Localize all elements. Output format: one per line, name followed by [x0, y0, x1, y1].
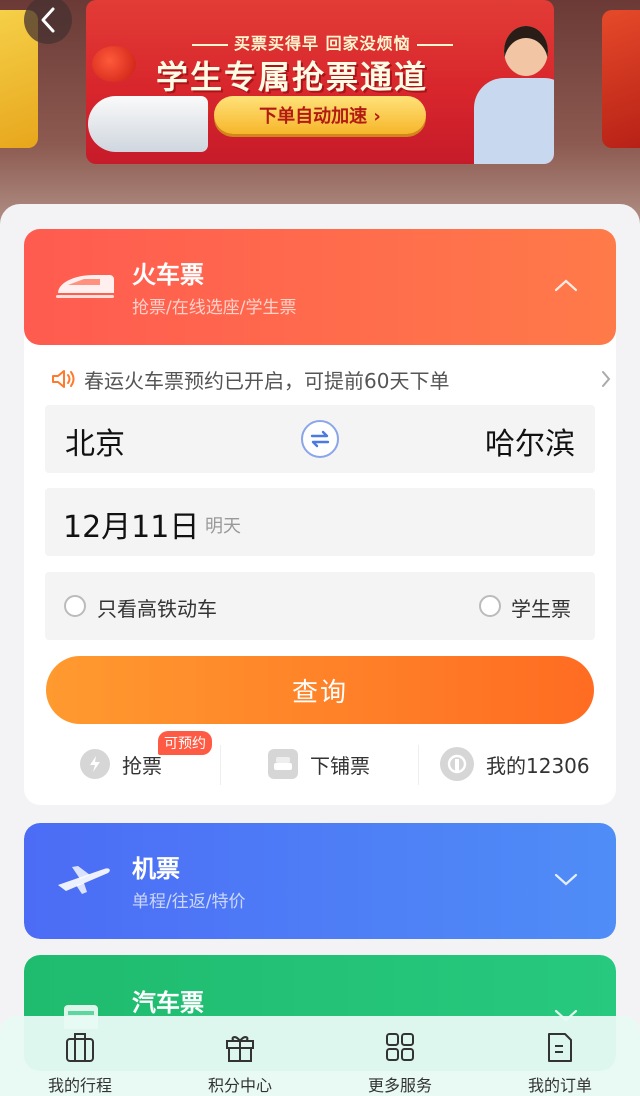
tab-label: 积分中心	[207, 1076, 272, 1095]
date-selector[interactable]: 12月11日 明天	[45, 488, 595, 556]
airplane-icon	[58, 866, 110, 894]
flight-card-subtitle: 单程/往返/特价	[132, 892, 246, 912]
quick-grab-label: 抢票	[122, 753, 162, 778]
banner-subtitle: 买票买得早 回家没烦恼	[186, 30, 459, 54]
bus-card-title: 汽车票	[132, 989, 204, 1017]
to-city[interactable]: 哈尔滨	[485, 419, 575, 463]
promo-banner[interactable]: 买票买得早 回家没烦恼 学生专属抢票通道 下单自动加速 ›	[86, 0, 554, 164]
highspeed-only-radio[interactable]	[64, 595, 86, 617]
train-card-subtitle: 抢票/在线选座/学生票	[132, 298, 297, 318]
grid-icon	[386, 1033, 414, 1061]
railway-logo-icon	[440, 747, 474, 781]
student-ticket-label[interactable]: 学生票	[511, 593, 571, 622]
chevron-up-icon[interactable]	[554, 277, 578, 293]
tab-more-services[interactable]: 更多服务	[320, 1016, 480, 1096]
tab-my-trips[interactable]: 我的行程	[0, 1016, 160, 1096]
berth-icon	[268, 749, 298, 779]
swap-cities-button[interactable]	[301, 420, 339, 458]
tab-label: 我的订单	[527, 1076, 592, 1095]
notice-text: 春运火车票预约已开启，可提前60天下单	[84, 368, 450, 393]
flight-ticket-card[interactable]: 机票 单程/往返/特价	[24, 823, 616, 939]
divider	[418, 745, 419, 785]
train-ticket-card: 火车票 抢票/在线选座/学生票 春运火车票预约已开启，可提前60天下单 北京 哈…	[24, 229, 616, 805]
chevron-right-icon	[602, 371, 611, 387]
train-card-title: 火车票	[132, 261, 204, 289]
tab-label: 我的行程	[47, 1076, 112, 1095]
tab-my-orders[interactable]: 我的订单	[480, 1016, 640, 1096]
person-illustration	[446, 16, 554, 164]
quick-my12306-label: 我的12306	[486, 753, 590, 778]
lightning-icon	[80, 749, 110, 779]
search-button[interactable]: 查询	[46, 656, 594, 724]
notice-bar[interactable]: 春运火车票预约已开启，可提前60天下单	[50, 365, 611, 393]
chevron-left-icon	[41, 7, 55, 33]
side-banner-right[interactable]	[602, 10, 640, 148]
quick-grab-ticket[interactable]: 抢票	[80, 739, 162, 789]
chevron-down-icon[interactable]	[554, 871, 578, 887]
speaker-icon	[52, 370, 75, 388]
tab-label: 更多服务	[367, 1076, 432, 1095]
back-button[interactable]	[24, 0, 72, 44]
quick-lower-berth-label: 下铺票	[310, 753, 370, 778]
lantern-decoration	[92, 46, 136, 82]
reservable-badge: 可预约	[158, 731, 212, 755]
train-icon	[56, 275, 114, 298]
flight-card-title: 机票	[132, 855, 180, 883]
from-city[interactable]: 北京	[65, 419, 125, 463]
quick-lower-berth[interactable]: 下铺票	[268, 739, 370, 789]
highspeed-only-label[interactable]: 只看高铁动车	[97, 593, 217, 622]
train-card-header[interactable]: 火车票 抢票/在线选座/学生票	[24, 229, 616, 345]
banner-cta-button[interactable]: 下单自动加速 ›	[214, 96, 426, 134]
options-row: 只看高铁动车 学生票	[45, 572, 595, 640]
banner-title: 学生专属抢票通道	[156, 58, 429, 96]
document-icon	[548, 1033, 572, 1062]
swap-icon	[310, 430, 330, 448]
train-illustration	[88, 96, 208, 152]
divider	[220, 745, 221, 785]
city-selector: 北京 哈尔滨	[45, 405, 595, 473]
flight-card-header[interactable]: 机票 单程/往返/特价	[24, 823, 616, 939]
gift-icon	[226, 1036, 254, 1062]
quick-my12306[interactable]: 我的12306	[440, 739, 590, 789]
departure-date: 12月11日	[63, 510, 200, 545]
tab-points-center[interactable]: 积分中心	[160, 1016, 320, 1096]
date-relative-tag: 明天	[205, 516, 241, 537]
suitcase-icon	[66, 1033, 94, 1062]
student-ticket-radio[interactable]	[479, 595, 501, 617]
bottom-tab-bar: 我的行程 积分中心 更多服务 我的订单	[0, 1016, 640, 1096]
